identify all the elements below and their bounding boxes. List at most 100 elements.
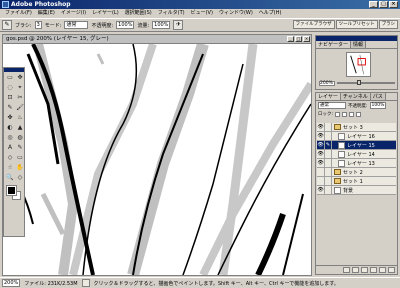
minimize-button[interactable]: _ <box>369 1 378 8</box>
navigator-zoom-slider[interactable] <box>337 80 395 85</box>
lock-row: ロック: <box>316 110 397 118</box>
menu-image[interactable]: イメージ(I) <box>58 9 89 18</box>
notes-tool-icon[interactable]: ☝ <box>5 163 15 173</box>
menu-select[interactable]: 選択範囲(S) <box>122 9 155 18</box>
tab-channels[interactable]: チャンネル <box>340 93 371 100</box>
link-icon[interactable] <box>325 185 332 195</box>
tab-navigator[interactable]: ナビゲーター <box>316 41 352 48</box>
lasso-tool-icon[interactable]: ◌ <box>5 83 15 93</box>
eye-icon[interactable]: 👁 <box>317 185 325 195</box>
document-controls: _ □ × <box>287 36 310 42</box>
eye-icon[interactable]: 👁 <box>317 122 325 132</box>
brush-icon[interactable]: ✎ <box>325 140 332 150</box>
path-selection-tool-icon[interactable]: ◇ <box>5 153 15 163</box>
history-brush-tool-icon[interactable]: ♨ <box>15 113 25 123</box>
close-button[interactable]: × <box>389 1 398 8</box>
eye-icon[interactable] <box>317 167 325 177</box>
link-icon[interactable] <box>325 176 332 186</box>
menu-layer[interactable]: レイヤー(L) <box>89 9 122 18</box>
flow-field[interactable]: 100% <box>152 21 171 29</box>
menu-window[interactable]: ウィンドウ(W) <box>216 9 256 18</box>
tab-layers[interactable]: レイヤー <box>316 93 341 100</box>
gradient-tool-icon[interactable]: ▲ <box>15 123 25 133</box>
link-icon[interactable] <box>325 158 332 168</box>
tab-info[interactable]: 情報 <box>351 41 367 48</box>
folder-icon <box>334 124 341 130</box>
eye-icon[interactable]: 👁 <box>317 131 325 141</box>
toolbox: ▭ ✥ ◌ ⌖ ⊡ ✂ ✎ 🖌 ✤ ♨ ◐ ▲ ◎ ◍ A ✎ ◇ ▭ ☝ ✋ … <box>3 67 25 237</box>
layer-thumbnail <box>338 132 345 140</box>
lock-position-checkbox[interactable] <box>349 111 355 117</box>
mode-select[interactable]: 通常 <box>64 21 89 29</box>
doc-minimize-button[interactable]: _ <box>287 36 294 42</box>
dodge-tool-icon[interactable]: ◍ <box>15 133 25 143</box>
foreground-color-swatch[interactable] <box>6 185 17 196</box>
link-icon[interactable] <box>325 122 332 132</box>
blur-tool-icon[interactable]: ◎ <box>5 133 15 143</box>
layer-list: 👁 セット 3 👁 レイヤー 16 👁 ✎ レイヤー 15 👁 レイヤー 14 👁 レイヤー 13 セ… <box>317 122 396 195</box>
layer-style-icon[interactable] <box>343 267 350 273</box>
zoom-tool-icon[interactable]: 🔍 <box>5 173 15 183</box>
new-set-icon[interactable] <box>361 267 368 273</box>
menu-view[interactable]: ビュー(V) <box>188 9 216 18</box>
adjustment-layer-icon[interactable] <box>370 267 377 273</box>
type-tool-icon[interactable]: A <box>5 143 15 153</box>
layer-name: セット 2 <box>343 169 363 176</box>
eye-icon[interactable]: 👁 <box>317 149 325 159</box>
eyedropper-tool-icon[interactable]: ◇ <box>15 173 25 183</box>
opacity-field[interactable]: 100% <box>116 21 135 29</box>
menu-file[interactable]: ファイル(F) <box>2 9 35 18</box>
eye-icon[interactable]: 👁 <box>317 158 325 168</box>
eye-icon[interactable] <box>317 176 325 186</box>
layer-thumbnail <box>338 159 345 167</box>
healing-brush-tool-icon[interactable]: ✎ <box>5 103 15 113</box>
new-layer-icon[interactable] <box>379 267 386 273</box>
status-zoom-field[interactable]: 200% <box>2 279 21 287</box>
navigator-thumbnail[interactable] <box>346 52 371 77</box>
link-icon[interactable] <box>325 149 332 159</box>
brush-tool-icon[interactable]: 🖌 <box>15 103 25 113</box>
shape-tool-icon[interactable]: ▭ <box>15 153 25 163</box>
tab-file-browser[interactable]: ファイルブラウザ <box>292 20 335 29</box>
layer-opacity-field[interactable]: 100% <box>369 102 387 109</box>
slice-tool-icon[interactable]: ✂ <box>15 93 25 103</box>
eraser-tool-icon[interactable]: ◐ <box>5 123 15 133</box>
lock-transparency-checkbox[interactable] <box>335 111 341 117</box>
airbrush-icon[interactable]: ✈ <box>173 20 184 30</box>
menu-help[interactable]: ヘルプ(H) <box>256 9 285 18</box>
crop-tool-icon[interactable]: ⊡ <box>5 93 15 103</box>
status-file-info: ファイル: 231K/2.53M <box>24 280 78 287</box>
link-icon[interactable] <box>325 131 332 141</box>
layer-thumbnail <box>338 141 345 149</box>
link-icon[interactable] <box>325 167 332 177</box>
layer-row[interactable]: 👁 背景 <box>317 185 396 195</box>
move-tool-icon[interactable]: ✥ <box>15 73 25 83</box>
window-controls: _ □ × <box>369 1 398 8</box>
menu-filter[interactable]: フィルタ(T) <box>155 9 188 18</box>
layer-mask-icon[interactable] <box>352 267 359 273</box>
drawing-canvas[interactable] <box>3 44 311 275</box>
magic-wand-tool-icon[interactable]: ⌖ <box>15 83 25 93</box>
brush-tool-icon[interactable]: ✎ <box>2 20 12 30</box>
lock-image-checkbox[interactable] <box>342 111 348 117</box>
folder-icon <box>334 169 341 175</box>
doc-maximize-button[interactable]: □ <box>295 36 302 42</box>
status-arrow-icon[interactable] <box>81 279 90 287</box>
tab-paths[interactable]: パス <box>370 93 386 100</box>
marquee-tool-icon[interactable]: ▭ <box>5 73 15 83</box>
brush-size-picker[interactable]: 3 <box>34 21 42 29</box>
clone-stamp-tool-icon[interactable]: ✤ <box>5 113 15 123</box>
navigator-zoom-field[interactable]: 200% <box>319 80 335 86</box>
navigator-zoom-knob[interactable] <box>357 80 362 85</box>
lock-all-checkbox[interactable] <box>356 111 362 117</box>
blend-mode-select[interactable]: 通常 <box>318 102 346 109</box>
hand-tool-icon[interactable]: ✋ <box>15 163 25 173</box>
tab-tool-presets[interactable]: ツールプリセット <box>335 20 378 29</box>
trash-icon[interactable] <box>388 267 395 273</box>
maximize-button[interactable]: □ <box>379 1 388 8</box>
tab-brushes[interactable]: ブラシ <box>378 20 398 29</box>
doc-close-button[interactable]: × <box>303 36 310 42</box>
pen-tool-icon[interactable]: ✎ <box>15 143 25 153</box>
menu-edit[interactable]: 編集(E) <box>35 9 58 18</box>
eye-icon[interactable]: 👁 <box>317 140 325 150</box>
